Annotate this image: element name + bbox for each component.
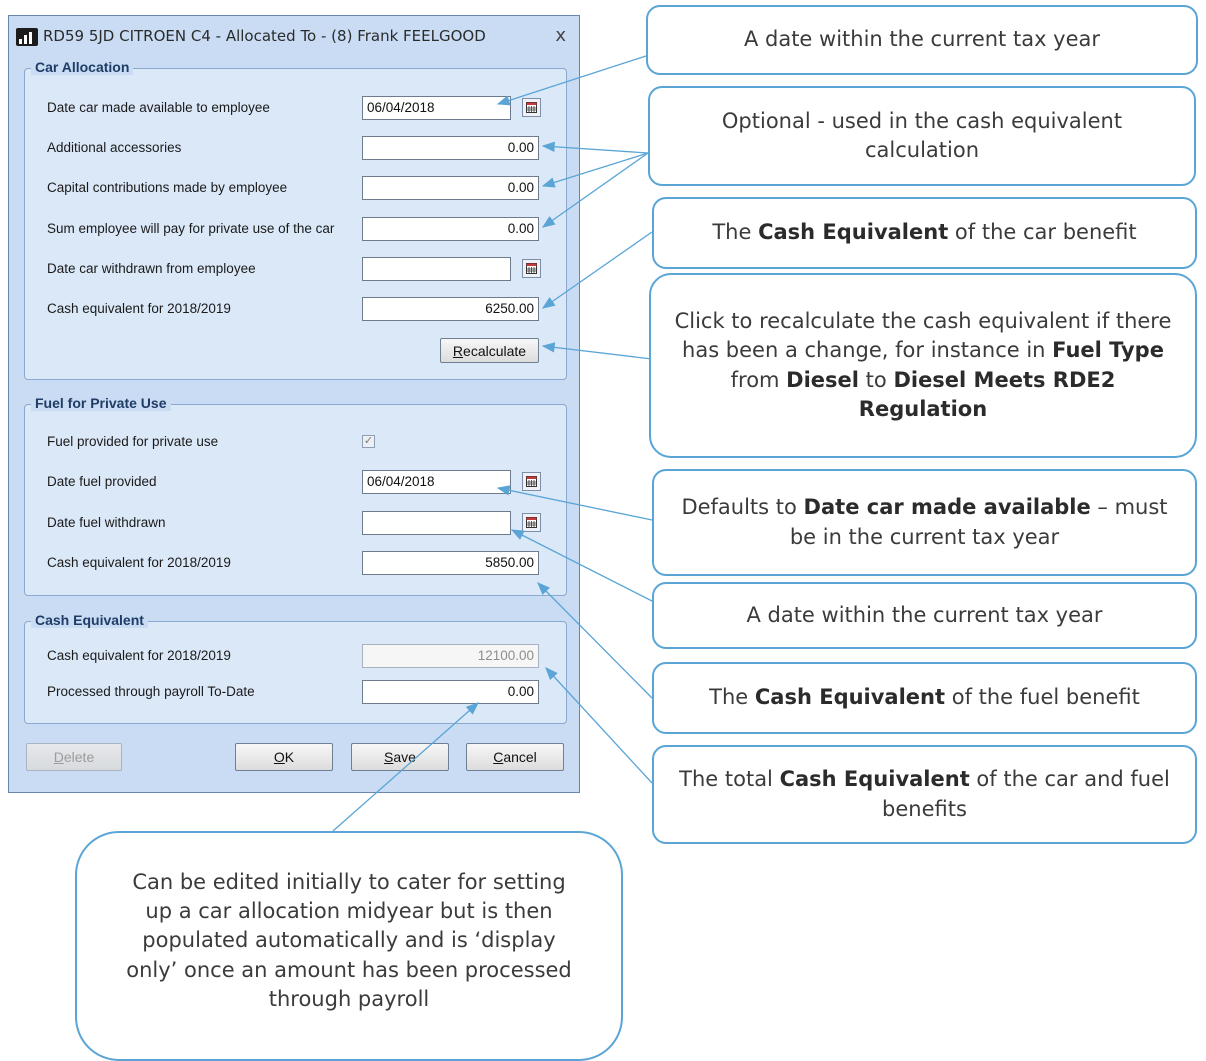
total-cash-equiv-input: 12100.00 — [362, 644, 539, 668]
callout-date-available: A date within the current tax year — [646, 5, 1198, 75]
cancel-button[interactable]: Cancel — [466, 743, 564, 771]
calendar-icon[interactable] — [522, 259, 541, 278]
processed-input[interactable]: 0.00 — [362, 680, 539, 704]
title-bar: RD59 5JD CITROEN C4 - Allocated To - (8)… — [9, 16, 579, 54]
calendar-icon[interactable] — [522, 472, 541, 491]
private-use-sum-input[interactable]: 0.00 — [362, 217, 539, 241]
callout-recalculate: Click to recalculate the cash equivalent… — [649, 273, 1197, 458]
processed-label: Processed through payroll To-Date — [47, 684, 255, 699]
ok-button[interactable]: OK — [235, 743, 333, 771]
app-bar-chart-icon — [16, 28, 38, 46]
callout-fuel-date-provided: Defaults to Date car made available – mu… — [652, 469, 1197, 576]
callout-fuel-date-withdrawn: A date within the current tax year — [652, 582, 1197, 649]
capital-contrib-label: Capital contributions made by employee — [47, 180, 288, 195]
callout-processed-payroll: Can be edited initially to cater for set… — [75, 831, 623, 1061]
fuel-date-withdrawn-input[interactable] — [362, 511, 511, 535]
delete-button[interactable]: Delete — [26, 743, 122, 771]
private-use-sum-label: Sum employee will pay for private use of… — [47, 221, 335, 236]
fuel-date-provided-input[interactable]: 06/04/2018 — [362, 470, 511, 494]
car-withdrawn-input[interactable] — [362, 257, 511, 281]
capital-contrib-input[interactable]: 0.00 — [362, 176, 539, 200]
calendar-icon[interactable] — [522, 98, 541, 117]
save-button[interactable]: Save — [351, 743, 449, 771]
window-title: RD59 5JD CITROEN C4 - Allocated To - (8)… — [43, 27, 486, 45]
recalculate-button[interactable]: Recalculate — [440, 338, 539, 363]
accessories-input[interactable]: 0.00 — [362, 136, 539, 160]
fuel-provided-checkbox[interactable]: ✓ — [362, 435, 375, 448]
fuel-cash-equiv-label: Cash equivalent for 2018/2019 — [47, 555, 231, 570]
fuel-provided-label: Fuel provided for private use — [47, 434, 219, 449]
calendar-icon[interactable] — [522, 513, 541, 532]
fuel-cash-equiv-input[interactable]: 5850.00 — [362, 551, 539, 575]
car-cash-equiv-input[interactable]: 6250.00 — [362, 297, 539, 321]
date-available-input[interactable]: 06/04/2018 — [362, 96, 511, 120]
date-available-label: Date car made available to employee — [47, 100, 270, 115]
fuel-date-provided-label: Date fuel provided — [47, 474, 157, 489]
callout-total-cash-equivalent: The total Cash Equivalent of the car and… — [652, 745, 1197, 844]
accessories-label: Additional accessories — [47, 140, 182, 155]
cash-equivalent-title: Cash Equivalent — [31, 612, 148, 628]
callout-fuel-cash-equivalent: The Cash Equivalent of the fuel benefit — [652, 662, 1197, 734]
callout-car-cash-equivalent: The Cash Equivalent of the car benefit — [652, 197, 1197, 269]
callout-optional-fields: Optional - used in the cash equivalent c… — [648, 86, 1196, 186]
car-allocation-group: Car Allocation Date car made available t… — [24, 59, 567, 380]
fuel-group-title: Fuel for Private Use — [31, 395, 171, 411]
car-allocation-title: Car Allocation — [31, 59, 134, 75]
total-cash-equiv-label: Cash equivalent for 2018/2019 — [47, 648, 231, 663]
car-withdrawn-label: Date car withdrawn from employee — [47, 261, 256, 276]
close-icon[interactable]: x — [555, 25, 566, 46]
cash-equivalent-group: Cash Equivalent Cash equivalent for 2018… — [24, 612, 567, 724]
fuel-date-withdrawn-label: Date fuel withdrawn — [47, 515, 166, 530]
fuel-group: Fuel for Private Use Fuel provided for p… — [24, 395, 567, 596]
car-cash-equiv-label: Cash equivalent for 2018/2019 — [47, 301, 231, 316]
car-allocation-dialog: RD59 5JD CITROEN C4 - Allocated To - (8)… — [8, 15, 580, 793]
